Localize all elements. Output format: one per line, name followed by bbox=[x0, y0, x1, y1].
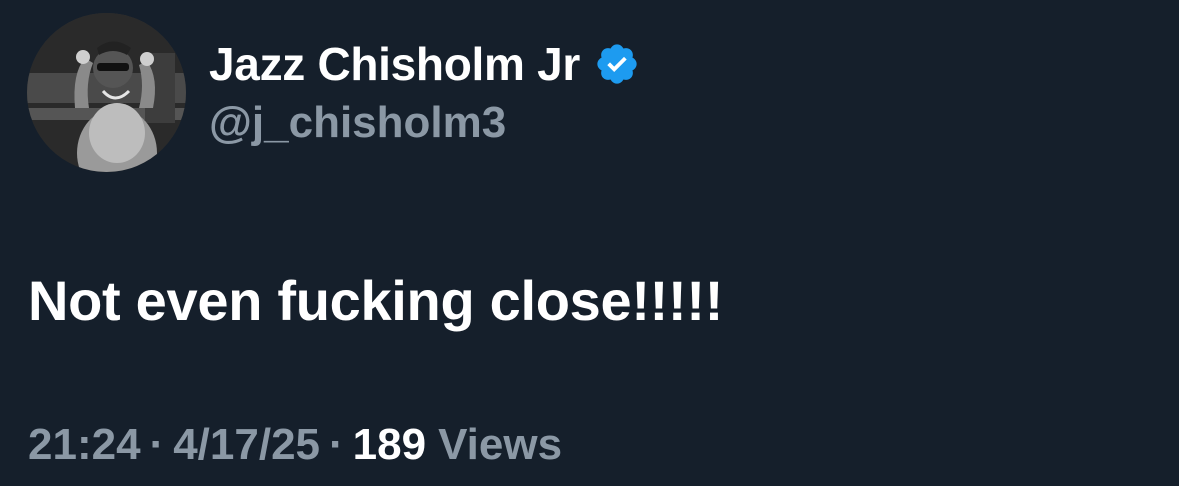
tweet-time[interactable]: 21:24 bbox=[28, 420, 141, 470]
author-handle[interactable]: @j_chisholm3 bbox=[209, 98, 506, 148]
views-label: Views bbox=[438, 420, 563, 469]
avatar[interactable] bbox=[27, 13, 186, 172]
tweet-meta: 21:24 · 4/17/25 · 189 Views bbox=[28, 420, 562, 470]
meta-separator: · bbox=[149, 420, 165, 469]
author-display-name[interactable]: Jazz Chisholm Jr bbox=[209, 37, 580, 91]
verified-badge-icon[interactable] bbox=[594, 41, 640, 87]
meta-separator: · bbox=[329, 420, 344, 469]
avatar-photo bbox=[27, 13, 186, 172]
tweet-card: Jazz Chisholm Jr @j_chisholm3 Not even f… bbox=[0, 0, 1179, 486]
views-count: 189 bbox=[352, 420, 427, 469]
tweet-text: Not even fucking close!!!!! bbox=[28, 269, 724, 332]
author-name-row: Jazz Chisholm Jr bbox=[209, 36, 640, 92]
tweet-date[interactable]: 4/17/25 bbox=[173, 420, 320, 470]
